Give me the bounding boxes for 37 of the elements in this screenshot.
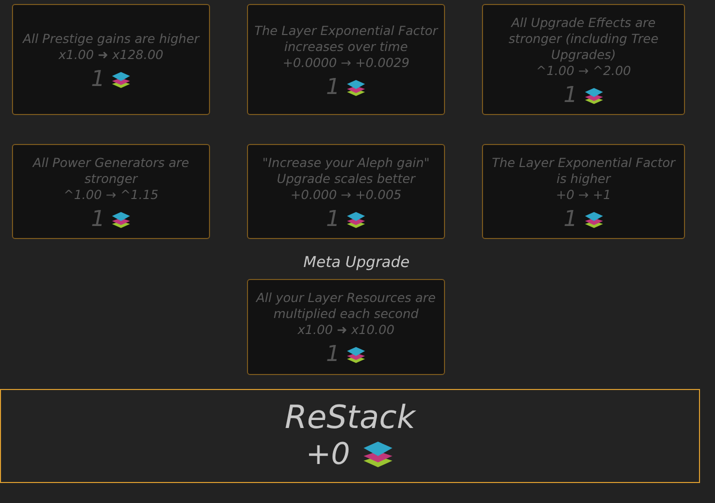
layers-icon [584, 86, 604, 104]
upgrade-description: All Power Generators are stronger [31, 154, 190, 186]
upgrade-effect: x1.00 ➜ x128.00 [58, 46, 164, 62]
layers-icon [584, 210, 604, 228]
upgrade-cost: 1 [326, 80, 340, 96]
upgrade-card[interactable]: The Layer Exponential Factor increases over time +0.0000 → +0.0029 1 [247, 4, 445, 115]
upgrade-description: All Upgrade Effects are stronger (including Tree Upgrades) [508, 14, 660, 62]
upgrade-card[interactable]: "Increase your Aleph gain" Upgrade scales better +0.000 → +0.005 1 [247, 144, 445, 239]
layers-icon [346, 78, 366, 96]
layers-icon [346, 210, 366, 228]
upgrade-description: The Layer Exponential Factor is higher [490, 154, 677, 186]
restack-button[interactable]: ReStack +0 [0, 389, 700, 483]
upgrade-cost: 1 [326, 347, 340, 363]
upgrade-effect: x1.00 ➜ x10.00 [298, 322, 394, 338]
layers-icon [362, 440, 394, 469]
upgrade-description: "Increase your Aleph gain" Upgrade scales better [261, 154, 431, 186]
upgrade-cost: 1 [326, 212, 340, 228]
upgrade-effect: +0.000 → +0.005 [290, 186, 402, 202]
upgrade-card[interactable]: All Prestige gains are higher x1.00 ➜ x128.00 1 [12, 4, 210, 115]
section-title: Meta Upgrade [303, 253, 410, 271]
upgrade-card[interactable]: All Upgrade Effects are stronger (including Tree Upgrades) ^1.00 → ^2.00 1 [482, 4, 685, 115]
upgrade-card[interactable]: The Layer Exponential Factor is higher +0 → +1 1 [482, 144, 685, 239]
upgrade-cost: 1 [564, 212, 578, 228]
upgrade-effect: ^1.00 → ^2.00 [536, 62, 632, 78]
upgrade-effect: +0 → +1 [556, 186, 612, 202]
upgrade-cost: 1 [91, 72, 105, 88]
layers-icon [111, 210, 131, 228]
upgrade-effect: +0.0000 → +0.0029 [282, 54, 410, 70]
upgrade-effect: ^1.00 → ^1.15 [63, 186, 159, 202]
upgrade-cost: 1 [564, 88, 578, 104]
upgrade-card[interactable]: All your Layer Resources are multiplied each second x1.00 ➜ x10.00 1 [247, 279, 445, 375]
upgrade-description: The Layer Exponential Factor increases over time [253, 22, 440, 54]
layers-icon [346, 346, 366, 364]
upgrade-card[interactable]: All Power Generators are stronger ^1.00 → ^1.15 1 [12, 144, 210, 239]
upgrade-description: All Prestige gains are higher [22, 30, 200, 46]
upgrade-cost: 1 [91, 212, 105, 228]
layers-icon [111, 70, 131, 88]
